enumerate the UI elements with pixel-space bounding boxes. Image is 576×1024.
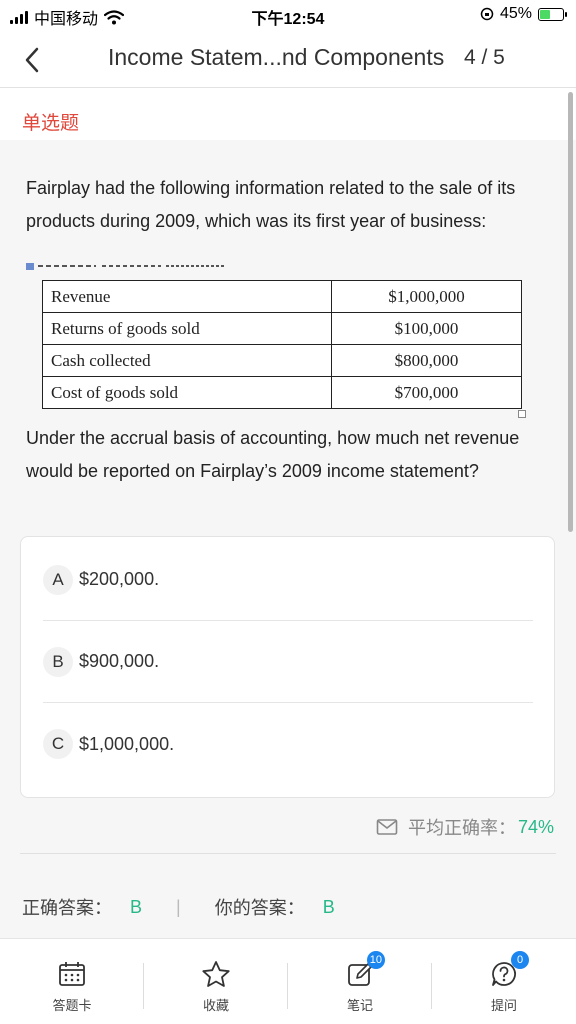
star-icon bbox=[202, 961, 230, 987]
tab-ask[interactable]: 0 提问 bbox=[432, 939, 576, 1024]
answer-separator: | bbox=[176, 896, 181, 917]
your-answer-label: 你的答案： bbox=[214, 898, 305, 918]
table-cell-value: $100,000 bbox=[331, 312, 522, 345]
correct-answer-value: B bbox=[130, 896, 143, 917]
option-c[interactable]: C $1,000,000. bbox=[43, 703, 533, 785]
question-table: Revenue $1,000,000 Returns of goods sold… bbox=[42, 280, 522, 409]
option-a[interactable]: A $200,000. bbox=[43, 539, 533, 621]
battery-icon bbox=[538, 7, 567, 21]
tab-label: 答题卡 bbox=[52, 998, 92, 1013]
page-title: Income Statem...nd Components bbox=[108, 44, 445, 70]
option-letter: A bbox=[43, 564, 73, 595]
status-bar: 中国移动 下午12:54 45% bbox=[0, 0, 576, 30]
nav-bar: Income Statem...nd Components 4 / 5 bbox=[0, 30, 576, 88]
envelope-check-icon bbox=[376, 819, 398, 835]
tab-label: 提问 bbox=[490, 998, 517, 1013]
tab-favorite[interactable]: 收藏 bbox=[144, 939, 288, 1024]
option-letter: B bbox=[43, 646, 73, 677]
notes-badge: 10 bbox=[366, 951, 385, 969]
table-cell-value: $1,000,000 bbox=[331, 280, 522, 313]
accuracy-label: 平均正确率： bbox=[407, 818, 516, 838]
options-card: A $200,000. B $900,000. C $1,000,000. bbox=[20, 536, 555, 798]
tab-answer-card[interactable]: 答题卡 bbox=[0, 939, 144, 1024]
average-accuracy: 平均正确率： 74% bbox=[376, 814, 554, 840]
question-prompt: Under the accrual basis of accounting, h… bbox=[26, 428, 520, 481]
divider bbox=[20, 853, 556, 854]
chevron-left-icon bbox=[25, 47, 39, 73]
tab-notes[interactable]: 10 笔记 bbox=[288, 939, 432, 1024]
option-text: $900,000. bbox=[79, 651, 160, 671]
question-type-label: 单选题 bbox=[22, 113, 80, 134]
table-cell-label: Returns of goods sold bbox=[42, 312, 332, 345]
option-b[interactable]: B $900,000. bbox=[43, 621, 533, 703]
table-cell-value: $700,000 bbox=[331, 376, 522, 409]
table-cell-value: $800,000 bbox=[331, 344, 522, 377]
question-content[interactable]: 单选题 Fairplay had the following informati… bbox=[0, 88, 576, 938]
your-answer-value: B bbox=[322, 896, 335, 917]
tab-label: 收藏 bbox=[202, 998, 229, 1013]
questions-badge: 0 bbox=[511, 951, 529, 969]
option-text: $200,000. bbox=[79, 569, 160, 589]
table-cell-label: Revenue bbox=[42, 280, 332, 313]
table-row: Returns of goods sold $100,000 bbox=[42, 312, 522, 345]
correct-answer-label: 正确答案： bbox=[22, 898, 112, 918]
orientation-lock-icon bbox=[480, 7, 494, 21]
question-type-band: 单选题 bbox=[0, 88, 576, 140]
question-text: Fairplay had the following information r… bbox=[26, 178, 516, 231]
resize-handle-icon bbox=[518, 410, 526, 418]
question-progress: 4 / 5 bbox=[464, 46, 505, 69]
table-cell-label: Cost of goods sold bbox=[42, 376, 332, 409]
tab-label: 笔记 bbox=[346, 998, 373, 1013]
table-cell-label: Cash collected bbox=[42, 344, 332, 377]
table-image-caption-fragment bbox=[26, 263, 226, 270]
table-row: Cash collected $800,000 bbox=[42, 344, 522, 377]
accuracy-value: 74% bbox=[517, 816, 554, 837]
answer-summary: 正确答案： B | 你的答案： B bbox=[22, 894, 369, 920]
answer-card-icon bbox=[59, 962, 85, 986]
scrollbar[interactable] bbox=[568, 92, 573, 532]
option-letter: C bbox=[43, 729, 73, 759]
table-row: Cost of goods sold $700,000 bbox=[42, 376, 522, 409]
bottom-toolbar: 答题卡 收藏 10 笔记 0 提问 bbox=[0, 938, 576, 1024]
battery-percent: 45% bbox=[499, 5, 532, 22]
status-right: 45% bbox=[480, 5, 567, 23]
table-row: Revenue $1,000,000 bbox=[42, 280, 522, 313]
option-text: $1,000,000. bbox=[79, 733, 175, 754]
back-button[interactable] bbox=[12, 40, 52, 80]
